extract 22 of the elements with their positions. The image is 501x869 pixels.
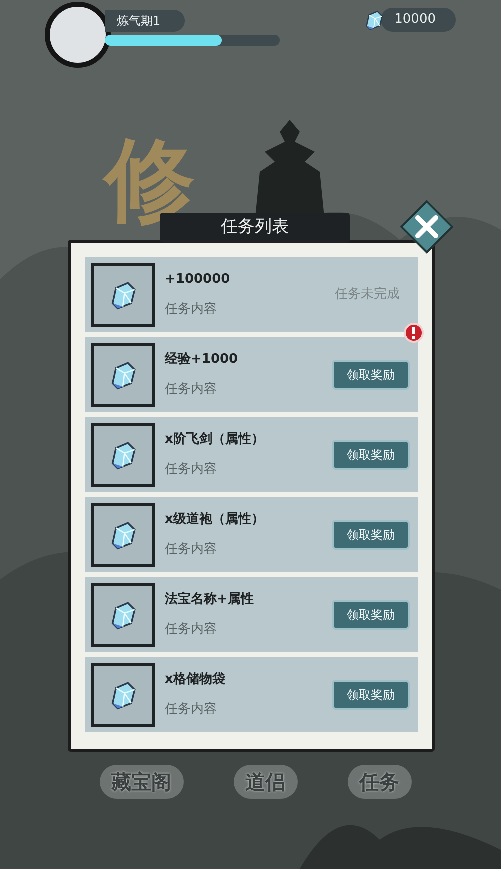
claim-reward-button[interactable]: 领取奖励 [332, 360, 410, 390]
reward-name: 法宝名称+属性 [165, 590, 255, 609]
task-description: 任务内容 [165, 380, 218, 398]
task-description: 任务内容 [165, 700, 218, 718]
task-status: 任务未完成 [335, 286, 400, 304]
reward-name: x阶飞剑（属性） [165, 431, 266, 449]
reward-name: 经验+1000 [165, 351, 240, 369]
close-icon [414, 214, 440, 240]
claim-reward-button[interactable]: 领取奖励 [332, 520, 410, 550]
reward-name: x级道袍（属性） [165, 511, 266, 529]
task-description: 任务内容 [165, 460, 218, 478]
claim-reward-button[interactable]: 领取奖励 [332, 600, 410, 630]
currency-amount: 10000 [380, 8, 456, 32]
task-description: 任务内容 [165, 620, 218, 638]
reward-name: x格储物袋 [165, 671, 226, 689]
claim-reward-button[interactable]: 领取奖励 [332, 680, 410, 710]
dialog-title: 任务列表 [160, 213, 350, 243]
claim-reward-button[interactable]: 领取奖励 [332, 440, 410, 470]
reward-name: +100000 [165, 271, 232, 289]
task-description: 任务内容 [165, 300, 218, 318]
task-description: 任务内容 [165, 540, 218, 558]
realm-label: 炼气期1 [105, 10, 185, 32]
